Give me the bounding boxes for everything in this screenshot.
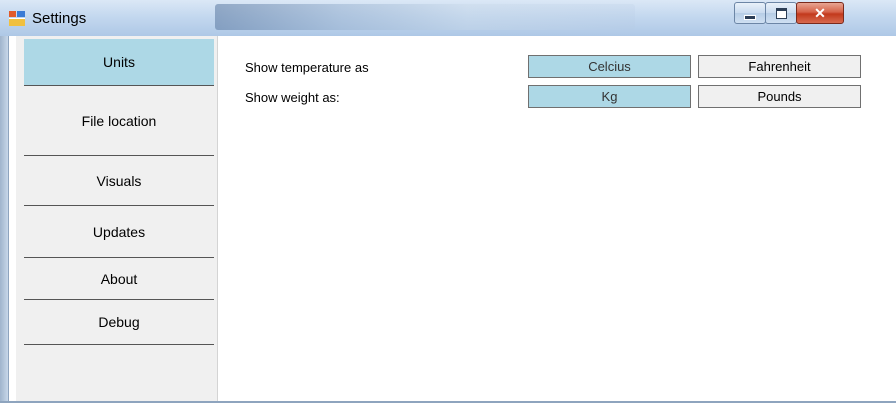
caption-buttons: ✕ [734,2,886,24]
close-icon: ✕ [814,4,826,21]
tab-about[interactable]: About [24,258,214,300]
tab-units[interactable]: Units [24,39,214,86]
celcius-button[interactable]: Celcius [528,55,691,78]
tab-file-location[interactable]: File location [24,86,214,156]
tab-label: About [100,270,138,287]
minimize-button[interactable] [734,2,766,24]
maximize-icon [775,7,787,19]
temperature-label: Show temperature as [245,60,369,75]
tab-label: File location [81,112,157,129]
title-bar[interactable]: Settings ✕ [0,0,896,36]
minimize-icon [744,14,756,20]
tab-label: Units [103,54,135,70]
close-button[interactable]: ✕ [796,2,844,24]
window-left-border [0,36,8,403]
tab-updates[interactable]: Updates [24,206,214,258]
tab-label: Visuals [96,172,142,189]
tab-visuals[interactable]: Visuals [24,156,214,206]
settings-sidebar: Units File location Visuals Updates Abou… [16,36,218,403]
settings-window: Settings ✕ Units File location Visuals U… [0,0,896,403]
maximize-button[interactable] [765,2,797,24]
kg-button[interactable]: Kg [528,85,691,108]
tab-debug[interactable]: Debug [24,300,214,345]
pounds-button[interactable]: Pounds [698,85,861,108]
fahrenheit-button[interactable]: Fahrenheit [698,55,861,78]
tab-label: Updates [92,223,146,240]
app-icon [9,11,25,26]
weight-label: Show weight as: [245,90,340,105]
tab-label: Debug [98,314,140,330]
window-title: Settings [32,10,87,27]
title-bar-background [215,4,635,30]
